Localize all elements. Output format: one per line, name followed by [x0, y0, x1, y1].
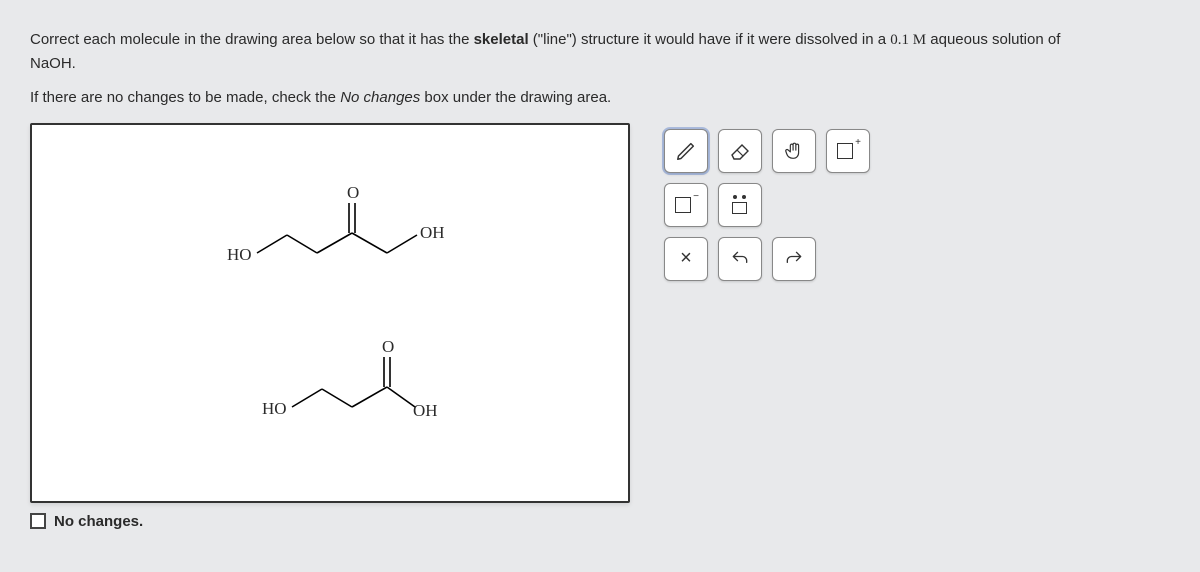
- question-prompt: Correct each molecule in the drawing are…: [30, 28, 1160, 109]
- mol2-right-label: OH: [413, 401, 438, 421]
- negative-charge-tool[interactable]: −: [664, 183, 708, 227]
- no-changes-label: No changes.: [54, 513, 143, 530]
- clear-button[interactable]: ×: [664, 237, 708, 281]
- square-icon: [675, 197, 691, 213]
- mol1-right-label: OH: [420, 223, 445, 243]
- close-icon: ×: [680, 247, 692, 270]
- plus-icon: +: [855, 137, 861, 148]
- mol2-top-label: O: [382, 337, 394, 357]
- prompt-line2a: If there are no changes to be made, chec…: [30, 89, 340, 106]
- square-icon: [837, 143, 853, 159]
- pencil-tool[interactable]: [664, 129, 708, 173]
- pencil-icon: [675, 140, 697, 162]
- mol1-top-label: O: [347, 183, 359, 203]
- no-changes-checkbox[interactable]: [30, 513, 46, 529]
- no-changes-row[interactable]: No changes.: [30, 513, 630, 530]
- mol2-left-label: HO: [262, 399, 287, 419]
- drawing-canvas[interactable]: HO O OH: [30, 123, 630, 503]
- lone-pair-icon: [730, 195, 750, 215]
- prompt-italic: No changes: [340, 89, 420, 106]
- prompt-bold: skeletal: [474, 31, 529, 48]
- hand-tool[interactable]: [772, 129, 816, 173]
- molecule-1[interactable]: [232, 185, 452, 285]
- eraser-tool[interactable]: [718, 129, 762, 173]
- toolbox: + − ×: [664, 129, 870, 530]
- prompt-line2b: box under the drawing area.: [420, 89, 611, 106]
- undo-button[interactable]: [718, 237, 762, 281]
- prompt-text-2: aqueous solution of: [926, 31, 1060, 48]
- hand-icon: [783, 140, 805, 162]
- molecule-2[interactable]: [267, 345, 447, 445]
- concentration: 0.1 M: [890, 32, 926, 48]
- redo-icon: [784, 249, 804, 269]
- prompt-paren: ("line") structure it would have if it w…: [529, 31, 891, 48]
- eraser-icon: [728, 141, 752, 161]
- redo-button[interactable]: [772, 237, 816, 281]
- prompt-formula: NaOH.: [30, 55, 76, 72]
- mol1-left-label: HO: [227, 245, 252, 265]
- undo-icon: [730, 249, 750, 269]
- lone-pair-tool[interactable]: [718, 183, 762, 227]
- positive-charge-tool[interactable]: +: [826, 129, 870, 173]
- minus-icon: −: [693, 191, 699, 202]
- prompt-text: Correct each molecule in the drawing are…: [30, 31, 474, 48]
